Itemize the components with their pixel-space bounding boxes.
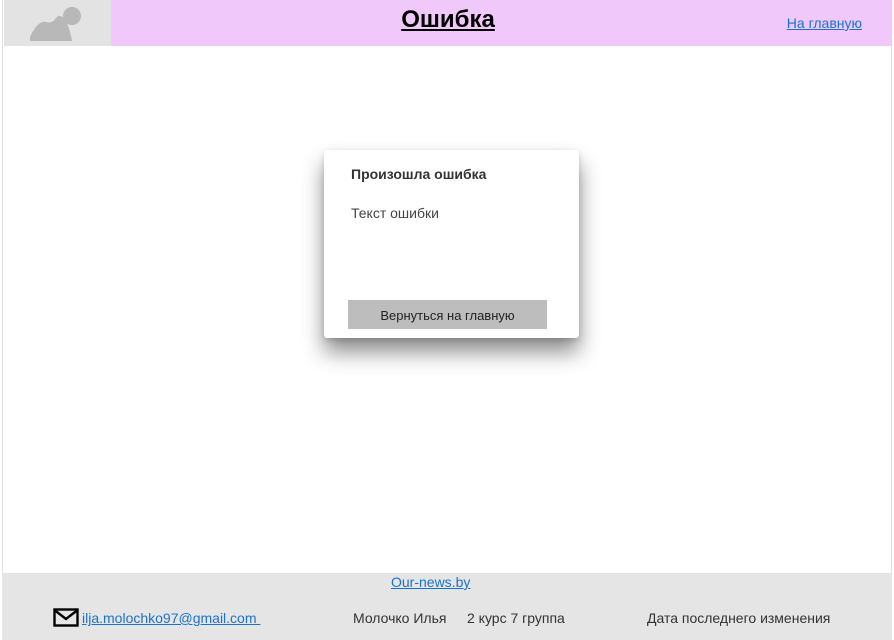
footer-site-link[interactable]: Our-news.by <box>391 574 470 590</box>
error-dialog: Произошла ошибка Текст ошибки Вернуться … <box>324 150 579 338</box>
error-dialog-title: Произошла ошибка <box>351 166 487 182</box>
back-to-home-button[interactable]: Вернуться на главную <box>348 300 547 329</box>
footer: Our-news.by ilja.molochko97@gmail.com Мо… <box>2 573 892 640</box>
footer-email-link[interactable]: ilja.molochko97@gmail.com <box>82 610 260 626</box>
envelope-icon <box>53 608 79 633</box>
footer-group: 2 курс 7 группа <box>467 610 565 626</box>
page-title: Ошибка <box>401 6 495 33</box>
error-message: Текст ошибки <box>351 205 439 221</box>
footer-last-updated: Дата последнего изменения <box>647 610 831 626</box>
home-link[interactable]: На главную <box>787 15 862 31</box>
header-bar: Ошибка На главную <box>4 0 892 46</box>
footer-author: Молочко Илья <box>353 610 447 626</box>
